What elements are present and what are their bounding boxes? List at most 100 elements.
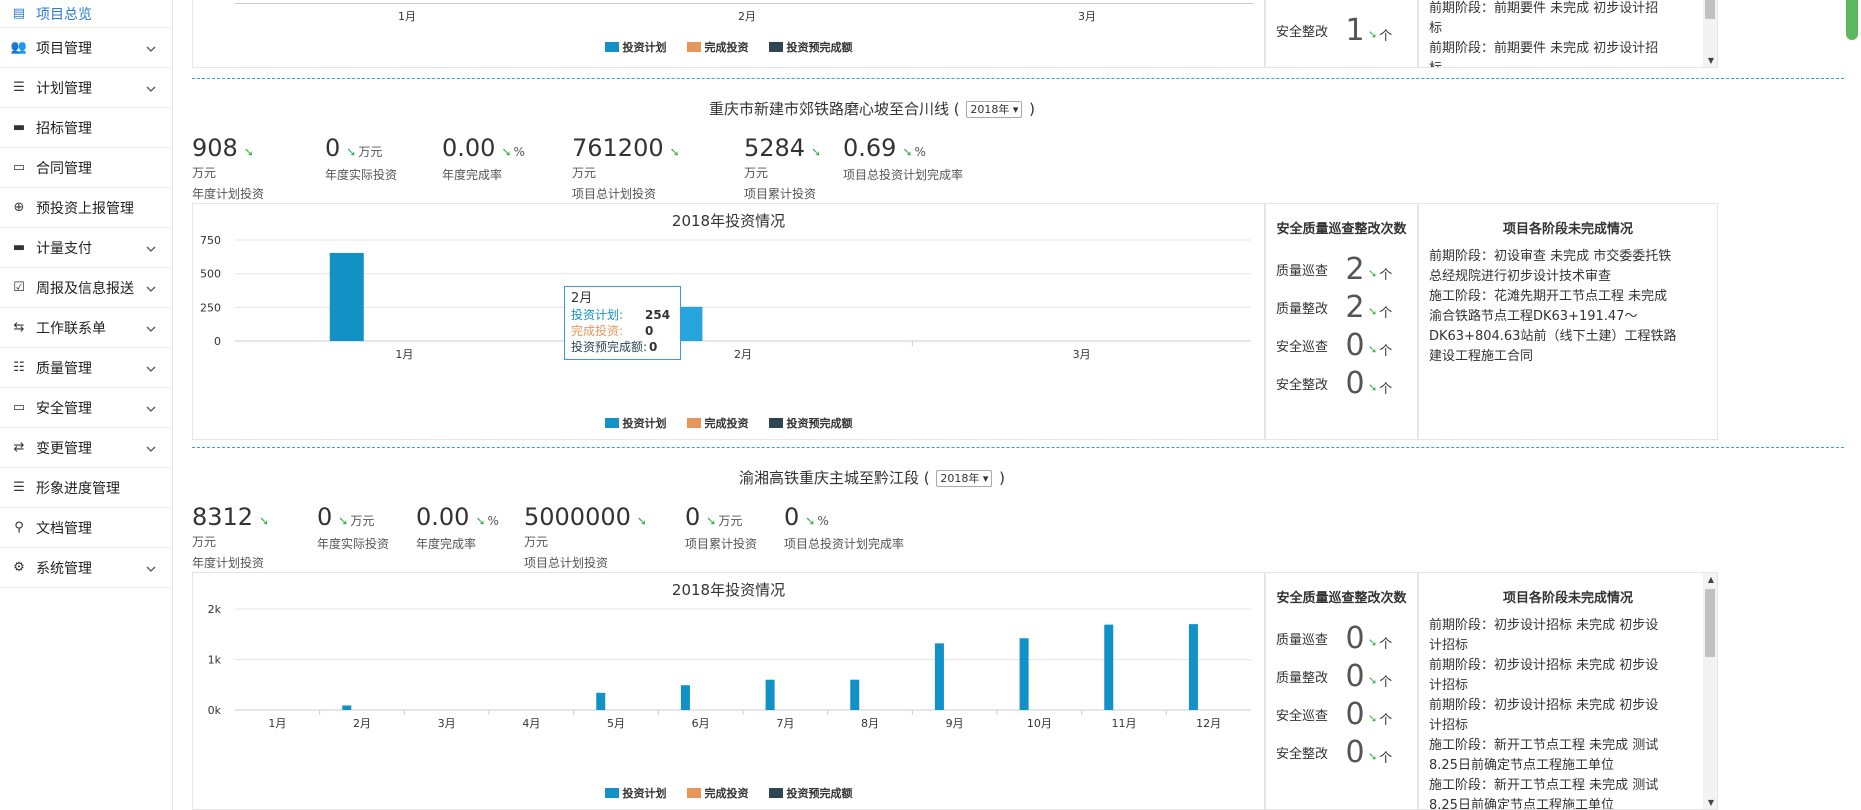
stage-line: 总经规院进行初步设计技术审查 (1429, 269, 1612, 284)
stat-item: 0 ➘ 万元 年度实际投资 (317, 503, 389, 552)
chevron-down-icon (146, 242, 158, 254)
safety-unit: 个 (1379, 382, 1393, 397)
year-select[interactable]: 2018年 ▾ (966, 101, 1023, 118)
x-tick-label: 2月 (734, 348, 752, 361)
scrollbar[interactable] (1703, 573, 1717, 809)
stat-unit: 万元 (744, 166, 769, 180)
trend-arrow-icon: ➘ (1368, 267, 1378, 280)
stat-label: 年度完成率 (442, 168, 503, 182)
stages-panel-partial: 前期阶段：前期要件 未完成 初步设计招标前期阶段：前期要件 未完成 初步设计招标… (1418, 0, 1718, 68)
x-tick-label: 3月 (1073, 348, 1091, 361)
sidebar-item[interactable]: ▭ 安全管理 (0, 388, 172, 428)
chevron-down-icon (146, 562, 158, 574)
legend-item[interactable]: 投资预完成额 (768, 415, 853, 431)
retweet-icon: ⇆ (13, 320, 25, 335)
list-icon: ☰ (13, 80, 25, 95)
cogs-icon: ⚙ (13, 560, 25, 575)
trend-arrow-icon: ➘ (243, 145, 254, 159)
sidebar-item[interactable]: ☷ 质量管理 (0, 348, 172, 388)
safety-count[interactable]: 0 (1344, 621, 1366, 656)
safety-row: 质量整改 0 ➘ 个 (1276, 659, 1392, 694)
sidebar-item-label: 预投资上报管理 (36, 200, 134, 217)
safety-row: 质量巡查 0 ➘ 个 (1276, 621, 1392, 656)
legend-item[interactable]: 完成投资 (686, 415, 749, 431)
safety-count[interactable]: 0 (1344, 659, 1366, 694)
stat-value: 761200 (572, 134, 664, 162)
trend-arrow-icon: ➘ (1368, 305, 1378, 318)
sidebar-item-label: 工作联系单 (36, 320, 106, 337)
y-tick-label: 0 (214, 335, 221, 348)
y-tick-label: 0k (208, 704, 222, 717)
stages-title: 项目各阶段未完成情况 (1502, 591, 1633, 606)
stage-line: 施工阶段：新开工节点工程 未完成 测试 (1429, 778, 1659, 793)
safety-label: 质量巡查 (1276, 633, 1329, 648)
legend-item[interactable]: 投资计划 (604, 415, 667, 431)
stage-line: 前期阶段：初设审查 未完成 市交委委托铁 (1429, 249, 1672, 264)
sidebar-item[interactable]: ⊕ 预投资上报管理 (0, 188, 172, 228)
stage-line: 前期阶段：前期要件 未完成 初步设计招 (1429, 1, 1659, 16)
stat-value: 0 (784, 503, 800, 531)
stat-label: 项目总投资计划完成率 (784, 537, 905, 551)
safety-label: 安全整改 (1276, 747, 1329, 762)
legend-item[interactable]: 投资预完成额 (768, 785, 853, 801)
y-tick-label: 1k (208, 654, 222, 667)
page-scrollbar[interactable] (1844, 0, 1861, 810)
x-tick-label: 1月 (395, 348, 413, 361)
sidebar-item[interactable]: ⚲ 文档管理 (0, 508, 172, 548)
sidebar-item[interactable]: ▭ 合同管理 (0, 148, 172, 188)
sidebar-item[interactable]: 👥 项目管理 (0, 28, 172, 68)
bar (850, 679, 860, 710)
stat-value: 0.69 (843, 134, 897, 162)
safety-unit: 个 (1379, 637, 1393, 652)
legend-item[interactable]: 完成投资 (686, 39, 749, 55)
bar (1104, 624, 1114, 710)
legend-item[interactable]: 投资计划 (604, 785, 667, 801)
safety-unit: 个 (1379, 675, 1393, 690)
stat-value: 5284 (744, 134, 806, 162)
trend-arrow-icon: ➘ (1368, 636, 1378, 649)
sidebar-item[interactable]: ☰ 形象进度管理 (0, 468, 172, 508)
chart-legend: 投资计划 完成投资 投资预完成额 (193, 785, 1264, 801)
globe-icon: ⊕ (13, 200, 25, 215)
safety-count[interactable]: 2 (1344, 290, 1366, 325)
safety-count[interactable]: 0 (1344, 328, 1366, 363)
stat-label: 年度实际投资 (317, 537, 390, 551)
safety-count[interactable]: 0 (1344, 697, 1366, 732)
sidebar-item[interactable]: ⚙ 系统管理 (0, 548, 172, 588)
trend-arrow-icon: ➘ (1368, 674, 1378, 687)
stat-item: 0 ➘ 万元 年度实际投资 (325, 134, 397, 183)
safety-title: 安全质量巡查整改次数 (1276, 222, 1407, 237)
stat-value: 0.00 (416, 503, 470, 531)
sidebar-item[interactable]: ☑ 周报及信息报送 (0, 268, 172, 308)
legend-item[interactable]: 投资预完成额 (768, 39, 853, 55)
safety-count[interactable]: 0 (1344, 735, 1366, 770)
x-tick-label: 11月 (1112, 717, 1137, 730)
stat-unit: 万元 (572, 166, 597, 180)
stat-label: 年度计划投资 (192, 187, 265, 201)
safety-unit: 个 (1379, 713, 1393, 728)
scroll-down-icon[interactable]: ▼ (1708, 56, 1714, 65)
legend-item[interactable]: 投资计划 (604, 39, 667, 55)
safety-row: 质量整改 2 ➘ 个 (1276, 290, 1392, 325)
trend-arrow-icon: ➘ (805, 514, 816, 528)
safety-count[interactable]: 2 (1344, 252, 1366, 287)
sidebar-item[interactable]: ⇄ 变更管理 (0, 428, 172, 468)
chevron-down-icon (146, 282, 158, 294)
safety-label: 质量整改 (1276, 671, 1329, 686)
legend-item[interactable]: 完成投资 (686, 785, 749, 801)
x-tick-label: 1月 (268, 717, 286, 730)
safety-panel: 安全质量巡查整改次数 质量巡查 0 ➘ 个质量整改 0 ➘ 个安全巡查 0 ➘ 个安全整改 0 ➘ 个 (1265, 572, 1418, 810)
stat-item: 0.69 ➘% 项目总投资计划完成率 (843, 134, 963, 183)
scroll-up-icon[interactable]: ▲ (1708, 575, 1714, 584)
sidebar-item[interactable]: ▬ 招标管理 (0, 108, 172, 148)
stage-line: 渝合铁路节点工程DK63+191.47～ (1429, 309, 1638, 324)
safety-count[interactable]: 0 (1344, 366, 1366, 401)
sidebar-item[interactable]: ▬ 计量支付 (0, 228, 172, 268)
stat-item: 8312 ➘ 万元 年度计划投资 (192, 503, 271, 571)
year-select[interactable]: 2018年 ▾ (936, 470, 993, 487)
sidebar-item[interactable]: ☰ 计划管理 (0, 68, 172, 108)
list-icon: ☰ (13, 480, 25, 495)
scroll-down-icon[interactable]: ▼ (1708, 798, 1714, 807)
sidebar-item[interactable]: ▤ 项目总览 (0, 0, 172, 28)
sidebar-item[interactable]: ⇆ 工作联系单 (0, 308, 172, 348)
